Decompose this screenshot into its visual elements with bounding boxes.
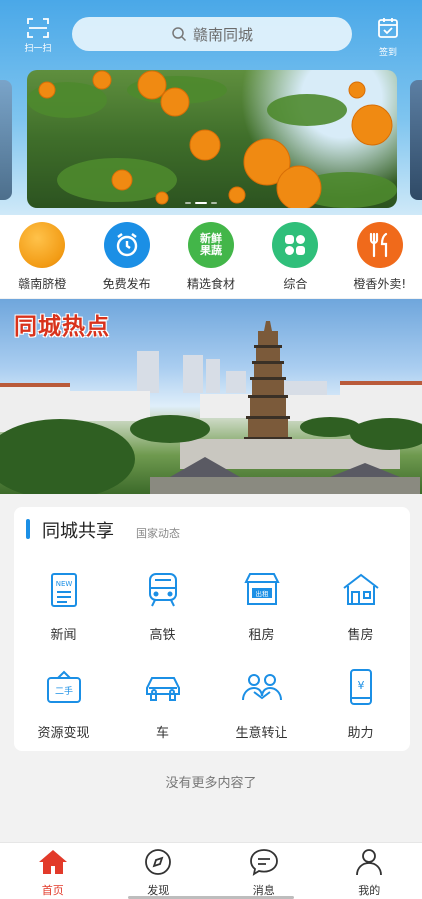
orange-tree-illustration [27, 70, 397, 208]
grid-item-car[interactable]: 车 [113, 668, 212, 741]
home-icon [38, 850, 67, 874]
category-general[interactable]: 综合 [253, 215, 337, 298]
nav-item-discover[interactable]: 发现 [106, 843, 212, 899]
secondhand-sign-icon: 二手 [46, 670, 81, 703]
section-subtitle[interactable]: 国家动态 [136, 525, 180, 541]
rent-shop-icon: 出租 [243, 573, 280, 605]
category-fresh-food[interactable]: 新鲜 果蔬 精选食材 [169, 215, 253, 298]
category-row: 赣南脐橙 免费发布 新鲜 果蔬 精选食材 综合 橙香外卖! [0, 215, 422, 298]
alarm-clock-icon [103, 222, 150, 268]
search-icon [172, 27, 187, 42]
category-navel-orange[interactable]: 赣南脐橙 [0, 215, 84, 298]
category-takeout[interactable]: 橙香外卖! [338, 215, 422, 298]
grid-item-boost[interactable]: ¥ 助力 [311, 668, 410, 741]
signin-button[interactable]: 签到 [370, 16, 406, 58]
search-placeholder: 赣南同城 [192, 25, 253, 44]
category-label: 橙香外卖! [353, 277, 407, 291]
train-icon [148, 573, 177, 607]
grid-item-label: 生意转让 [235, 726, 288, 741]
grid-icon [272, 222, 319, 268]
fork-knife-icon [356, 222, 403, 268]
news-icon: NEW [50, 573, 77, 607]
banner-next-slide[interactable] [410, 80, 422, 200]
pagination-dot-active [195, 202, 207, 204]
category-label: 免费发布 [102, 277, 151, 291]
message-icon [249, 849, 278, 876]
scan-button[interactable]: 扫一扫 [18, 16, 58, 56]
scan-label: 扫一扫 [24, 44, 52, 54]
grid-item-resources[interactable]: 二手 资源变现 [14, 668, 113, 741]
svg-text:出租: 出租 [255, 589, 269, 598]
svg-text:¥: ¥ [357, 679, 364, 692]
category-label: 综合 [283, 277, 308, 291]
orange-icon [19, 222, 66, 268]
svg-text:NEW: NEW [55, 580, 72, 588]
category-label: 赣南脐橙 [18, 277, 67, 291]
grid-item-label: 售房 [347, 628, 374, 643]
nav-label: 首页 [41, 884, 64, 897]
grid-item-label: 新闻 [50, 628, 77, 643]
svg-text:二手: 二手 [54, 685, 72, 697]
bottom-nav: 首页 发现 消息 我的 [0, 842, 422, 899]
user-icon [356, 849, 383, 876]
nav-item-home[interactable]: 首页 [0, 843, 106, 899]
grid-item-train[interactable]: 高铁 [113, 570, 212, 643]
grid-item-label: 车 [155, 726, 169, 741]
house-icon [342, 573, 379, 605]
fresh-produce-icon-text: 新鲜 果蔬 [199, 232, 222, 257]
scan-icon [27, 18, 49, 38]
category-label: 精选食材 [186, 277, 235, 291]
compass-icon [145, 849, 172, 875]
nav-label: 我的 [358, 884, 381, 897]
nav-item-messages[interactable]: 消息 [211, 843, 317, 899]
banner-image[interactable] [27, 70, 397, 208]
no-more-content-text: 没有更多内容了 [165, 776, 257, 791]
grid-item-business-transfer[interactable]: 生意转让 [212, 668, 311, 741]
section-accent-bar [26, 519, 30, 539]
fresh-produce-icon: 新鲜 果蔬 [187, 222, 234, 268]
calendar-check-icon [378, 18, 398, 38]
section-title: 同城共享 [42, 521, 114, 542]
nav-item-profile[interactable]: 我的 [317, 843, 422, 899]
grid-item-label: 高铁 [149, 628, 176, 643]
grid-item-label: 助力 [347, 726, 374, 741]
category-free-post[interactable]: 免费发布 [84, 215, 168, 298]
handshake-icon [241, 674, 282, 701]
car-icon [145, 677, 180, 701]
hotspot-title: 同城热点 [14, 314, 110, 340]
grid-item-label: 租房 [248, 628, 275, 643]
pagination-dot [211, 202, 217, 204]
grid-item-label: 资源变现 [37, 726, 90, 741]
banner-pagination [185, 202, 217, 204]
grid-item-house-sale[interactable]: 售房 [311, 570, 410, 643]
grid-item-news[interactable]: NEW 新闻 [14, 570, 113, 643]
city-hotspot-banner[interactable]: 同城热点 [0, 299, 422, 494]
shared-section-card: 同城共享 国家动态 NEW 新闻 高铁 出租 租房 售房 二手 资源变现 车 生… [14, 507, 410, 751]
pagination-dot [185, 202, 191, 204]
banner-prev-slide[interactable] [0, 80, 12, 200]
signin-label: 签到 [378, 48, 397, 58]
grid-item-rent[interactable]: 出租 租房 [212, 570, 311, 643]
phone-yuan-icon: ¥ [349, 669, 372, 705]
search-bar[interactable]: 赣南同城 [72, 17, 352, 51]
